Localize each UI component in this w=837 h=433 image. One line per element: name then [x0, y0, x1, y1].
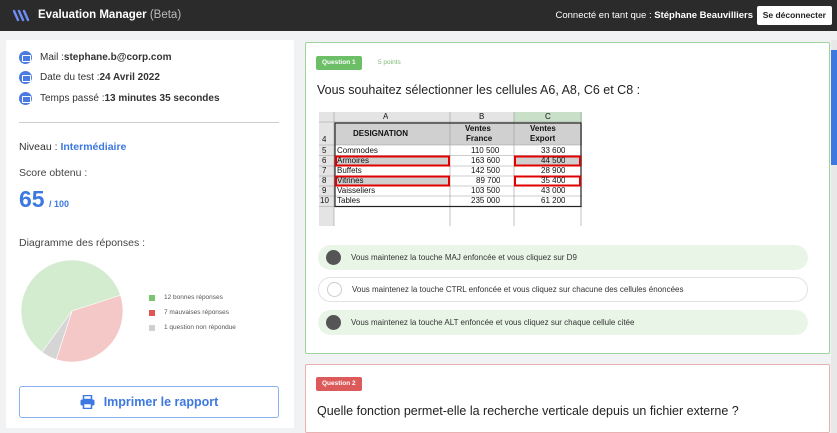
answer-option-2-text: Vous maintenez la touche CTRL enfoncée e… — [352, 285, 684, 294]
answers-pie-chart — [20, 259, 124, 363]
divider — [19, 122, 279, 123]
radio-selected-icon — [326, 250, 341, 265]
timer-icon — [19, 92, 32, 105]
legend-item: 12 bonnes réponses — [149, 290, 236, 305]
score: 65 / 100 — [19, 186, 69, 213]
col-header-a: A — [383, 112, 389, 121]
printer-icon — [80, 395, 95, 409]
mail-icon — [19, 51, 32, 64]
beta-label: (Beta) — [149, 9, 182, 21]
col-header-c: C — [545, 112, 551, 121]
legend-swatch — [149, 309, 155, 316]
question-2-badge: Question 2 — [316, 377, 362, 391]
page-scrollbar[interactable] — [831, 40, 837, 433]
time-label: Temps passé : — [40, 93, 105, 104]
sheet-cell: 43 000 — [541, 186, 566, 195]
score-value: 65 — [19, 186, 45, 212]
sheet-cell: 142 500 — [471, 166, 500, 175]
sheet-cell: 163 600 — [471, 156, 500, 165]
row-number: 10 — [320, 196, 329, 205]
row-number: 5 — [322, 146, 327, 155]
summary-panel: Mail : stephane.b@corp.com Date du test … — [6, 40, 294, 428]
mail-value: stephane.b@corp.com — [63, 52, 172, 63]
sheet-cell: 110 500 — [471, 146, 500, 155]
col-header-b: B — [479, 112, 485, 121]
date-label: Date du test : — [40, 72, 100, 83]
legend-item: 1 question non répondue — [149, 320, 236, 335]
app-title-text: Evaluation Manager — [38, 9, 147, 21]
answer-option-1-text: Vous maintenez la touche MAJ enfoncée et… — [351, 253, 577, 262]
calendar-icon — [19, 71, 32, 84]
legend-label: 7 mauvaises réponses — [164, 309, 230, 316]
app-title: Evaluation Manager (Beta) — [38, 9, 181, 21]
sheet-cell: Commodes — [337, 146, 378, 155]
time-row: Temps passé : 13 minutes 35 secondes — [19, 92, 220, 105]
sheet-cell: 28 900 — [541, 166, 566, 175]
answer-option-2[interactable]: Vous maintenez la touche CTRL enfoncée e… — [318, 277, 808, 302]
legend-swatch — [149, 324, 155, 331]
connected-user: Connecté en tant que : Stéphane Beauvill… — [555, 10, 753, 21]
time-value: 13 minutes 35 secondes — [104, 93, 220, 104]
legend-swatch — [149, 294, 155, 301]
sheet-cell: 33 600 — [541, 146, 566, 155]
question-1-badge: Question 1 — [316, 56, 362, 70]
row-number: 6 — [322, 156, 327, 165]
legend-item: 7 mauvaises réponses — [149, 305, 236, 320]
spreadsheet-image: A B C 4 5 6 7 8 9 10 DESIGNATION Ventes … — [319, 112, 582, 226]
sheet-cell: 103 500 — [471, 186, 500, 195]
question-2-card: Question 2 Quelle fonction permet-elle l… — [305, 364, 830, 433]
level-value: Intermédiaire — [60, 141, 127, 153]
header-ventes-export-1: Ventes — [530, 124, 556, 133]
sheet-cell: Vitrines — [337, 176, 364, 185]
sheet-cell: Armoires — [337, 156, 370, 165]
legend-label: 1 question non répondue — [164, 324, 236, 331]
sheet-cell: 44 500 — [541, 156, 566, 165]
score-label: Score obtenu : — [19, 167, 88, 179]
radio-empty-icon — [327, 282, 342, 297]
sheet-cell: Tables — [337, 196, 361, 205]
row-number: 9 — [322, 186, 327, 195]
date-row: Date du test : 24 Avril 2022 — [19, 71, 160, 84]
mail-row: Mail : stephane.b@corp.com — [19, 51, 171, 64]
top-bar: Evaluation Manager (Beta) Connecté en ta… — [0, 0, 837, 31]
pie-legend: 12 bonnes réponses 7 mauvaises réponses 1 … — [149, 290, 236, 335]
sheet-cell: 61 200 — [541, 196, 566, 205]
print-report-label: Imprimer le rapport — [103, 395, 219, 409]
logout-button[interactable]: Se déconnecter — [756, 6, 832, 25]
row-number: 4 — [322, 135, 327, 144]
sheet-cell: 235 000 — [471, 196, 500, 205]
level-row: Niveau : Intermédiaire — [19, 141, 126, 153]
sheet-cell: 35 400 — [541, 176, 566, 185]
scrollbar-thumb[interactable] — [831, 50, 837, 165]
user-name: Stéphane Beauvilliers — [654, 10, 753, 21]
sheet-cell: 89 700 — [476, 176, 501, 185]
header-ventes-france-2: France — [466, 134, 493, 143]
question-1-title: Vous souhaitez sélectionner les cellules… — [317, 83, 641, 97]
answer-option-1[interactable]: Vous maintenez la touche MAJ enfoncée et… — [318, 245, 808, 270]
radio-selected-icon — [326, 315, 341, 330]
legend-label: 12 bonnes réponses — [164, 294, 223, 301]
header-designation: DESIGNATION — [353, 129, 408, 138]
sheet-cell: Buffets — [337, 166, 362, 175]
row-number: 7 — [322, 166, 327, 175]
question-1-points: 5 points — [378, 59, 401, 66]
mail-label: Mail : — [40, 52, 64, 63]
app-logo-icon — [13, 9, 30, 22]
answer-option-3[interactable]: Vous maintenez la touche ALT enfoncée et… — [318, 310, 808, 335]
sheet-cell: Vaisseliers — [337, 186, 376, 195]
score-total: / 100 — [49, 199, 70, 209]
header-ventes-france-1: Ventes — [465, 124, 491, 133]
row-number: 8 — [322, 176, 327, 185]
diagram-label: Diagramme des réponses : — [19, 237, 146, 249]
print-report-button[interactable]: Imprimer le rapport — [19, 386, 279, 418]
connected-prefix: Connecté en tant que : — [555, 10, 655, 21]
date-value: 24 Avril 2022 — [99, 72, 160, 83]
level-label: Niveau : — [19, 141, 61, 153]
question-1-card: Question 1 5 points Vous souhaitez sélec… — [305, 42, 830, 354]
answer-option-3-text: Vous maintenez la touche ALT enfoncée et… — [351, 318, 635, 327]
question-2-title: Quelle fonction permet-elle la recherche… — [317, 404, 739, 418]
header-ventes-export-2: Export — [530, 134, 556, 143]
